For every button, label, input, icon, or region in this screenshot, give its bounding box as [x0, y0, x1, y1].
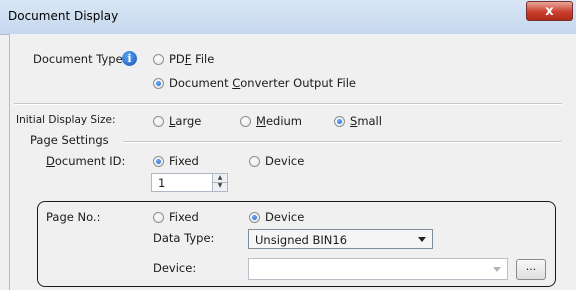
size-medium-label[interactable]: Medium	[256, 114, 302, 128]
document-id-device-label[interactable]: Device	[265, 154, 304, 168]
device-field-label: Device:	[153, 261, 197, 275]
spin-down-icon[interactable]: ▼	[213, 182, 227, 190]
page-no-fixed-label[interactable]: Fixed	[169, 210, 199, 224]
document-id-fixed-label[interactable]: Fixed	[169, 154, 199, 168]
document-id-fixed-radio[interactable]	[153, 156, 164, 167]
page-no-device-label[interactable]: Device	[265, 210, 304, 224]
chevron-down-icon	[418, 237, 426, 242]
data-type-dropdown[interactable]: Unsigned BIN16	[248, 229, 433, 249]
converter-output-file-label[interactable]: Document Converter Output File	[169, 76, 356, 90]
size-large-label[interactable]: Large	[169, 114, 201, 128]
dialog-window: Document Display x Document Type: i PDF …	[0, 0, 576, 290]
spinner-buttons: ▲ ▼	[212, 174, 227, 191]
document-id-value[interactable]: 1	[158, 176, 165, 190]
page-settings-divider	[123, 141, 562, 143]
size-large-radio[interactable]	[153, 116, 164, 127]
close-button[interactable]: x	[526, 1, 573, 21]
divider	[14, 103, 562, 105]
data-type-value: Unsigned BIN16	[255, 233, 348, 247]
initial-display-size-label: Initial Display Size:	[16, 114, 116, 126]
size-medium-radio[interactable]	[240, 116, 251, 127]
document-id-label: Document ID:	[46, 154, 126, 168]
document-id-device-radio[interactable]	[249, 156, 260, 167]
pdf-file-label[interactable]: PDF File	[169, 52, 214, 66]
document-type-label: Document Type:	[33, 52, 127, 66]
size-small-label[interactable]: Small	[350, 114, 382, 128]
page-no-device-radio[interactable]	[249, 212, 260, 223]
pdf-file-radio[interactable]	[153, 54, 164, 65]
page-no-label: Page No.:	[46, 210, 101, 224]
size-small-radio[interactable]	[334, 116, 345, 127]
data-type-label: Data Type:	[153, 231, 215, 245]
device-combobox[interactable]	[248, 258, 508, 280]
window-title: Document Display	[8, 9, 119, 23]
browse-button[interactable]: ...	[516, 259, 546, 280]
document-id-spinbox[interactable]: 1 ▲ ▼	[151, 173, 228, 192]
converter-output-file-radio[interactable]	[153, 78, 164, 89]
title-bar: Document Display x	[0, 0, 576, 35]
chevron-down-icon[interactable]	[493, 267, 501, 272]
page-settings-title: Page Settings	[30, 133, 109, 147]
page-no-fixed-radio[interactable]	[153, 212, 164, 223]
info-icon[interactable]: i	[122, 51, 137, 66]
